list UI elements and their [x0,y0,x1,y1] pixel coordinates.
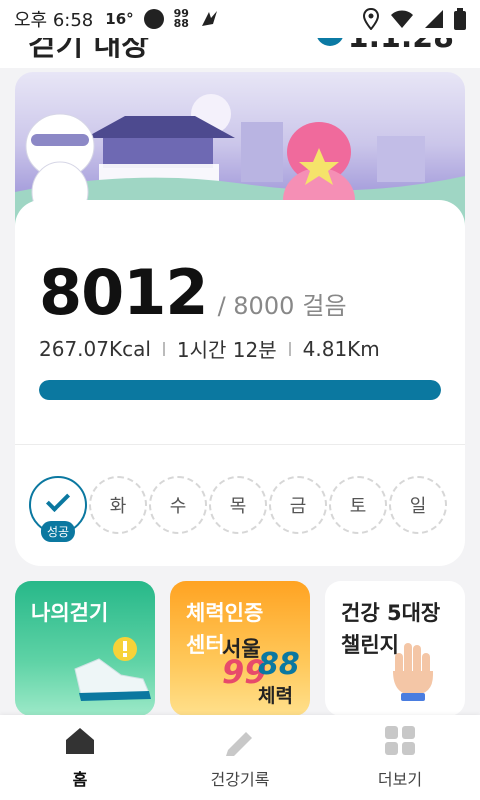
status-right-icons [362,8,466,30]
day-saturday[interactable]: 토 [329,476,387,534]
metric-divider [162,341,165,356]
bottom-navigation: 홈 건강기록 더보기 [0,715,480,800]
nav-more-label: 더보기 [377,769,423,789]
tile-fitness-center[interactable]: 체력인증 센터 서울 99 88 체력 [170,581,310,716]
header-title: 걷기 대장 [28,38,149,63]
nav-home-label: 홈 [72,769,88,789]
success-badge: 성공 [40,521,76,542]
step-goal-value: / 8000 [217,292,295,320]
nav-home[interactable]: 홈 [0,715,160,800]
step-count: 8012 [39,256,209,329]
logo-88-text: 88 [258,647,300,682]
nav-more[interactable]: 더보기 [320,715,480,800]
location-icon [362,8,380,30]
step-progress-fill [39,380,441,400]
walking-summary-card[interactable]: 8012 / 8000 걸음 267.07Kcal 1시간 12분 4.81Km … [15,200,465,566]
day-wednesday[interactable]: 수 [149,476,207,534]
card-divider [15,444,465,445]
day-monday[interactable]: 성공 [29,476,87,542]
header-right-text: 1.1.28 [348,38,454,55]
tile-health-challenge[interactable]: 건강 5대장 챌린지 [325,581,465,716]
calories-value: 267.07Kcal [39,336,151,361]
tile-title: 나의걷기 [31,601,109,625]
header-indicator [316,38,344,46]
step-unit: 걸음 [302,292,347,320]
app-9988-icon: 99 88 [173,8,189,30]
nav-health-record[interactable]: 건강기록 [160,715,320,800]
signature-icon [201,11,217,26]
signal-icon [425,10,443,28]
status-left-icons: 16° 99 88 [105,8,221,30]
steps-display: 8012 / 8000 걸음 [39,256,347,329]
nav-health-record-label: 건강기록 [210,769,270,789]
weekly-progress: 성공 화 수 목 금 토 일 [29,476,447,542]
day-thursday[interactable]: 목 [209,476,267,534]
step-progress-bar [39,380,441,400]
day-tuesday[interactable]: 화 [89,476,147,534]
day-friday[interactable]: 금 [269,476,327,534]
distance-value: 4.81Km [302,336,380,361]
mini-logo-bottom: 88 [173,17,189,30]
home-icon [66,727,94,754]
metric-divider [288,341,291,356]
dot-icon [143,9,164,29]
step-goal: / 8000 걸음 [218,286,347,321]
sneaker-icon [74,637,151,701]
status-time: 오후 6:58 [14,10,94,31]
grid-icon [385,725,415,755]
duration-value: 1시간 12분 [176,338,277,362]
hand-icon [393,643,433,701]
feature-tiles: 나의걷기 체력인증 센터 서울 99 88 체력 건강 5대장 챌린지 [15,581,465,716]
check-icon [45,487,71,513]
tile-my-walking[interactable]: 나의걷기 [15,581,155,716]
battery-icon [454,8,466,30]
pencil-icon [226,731,252,756]
status-bar: 오후 6:58 16° 99 88 [0,0,480,38]
activity-metrics: 267.07Kcal 1시간 12분 4.81Km [39,334,380,363]
app-header: 걷기 대장 1.1.28 [0,38,480,68]
wifi-icon [391,10,413,28]
weather-temperature: 16° [105,10,134,28]
logo-sub-text: 체력 [258,685,293,707]
day-sunday[interactable]: 일 [389,476,447,534]
